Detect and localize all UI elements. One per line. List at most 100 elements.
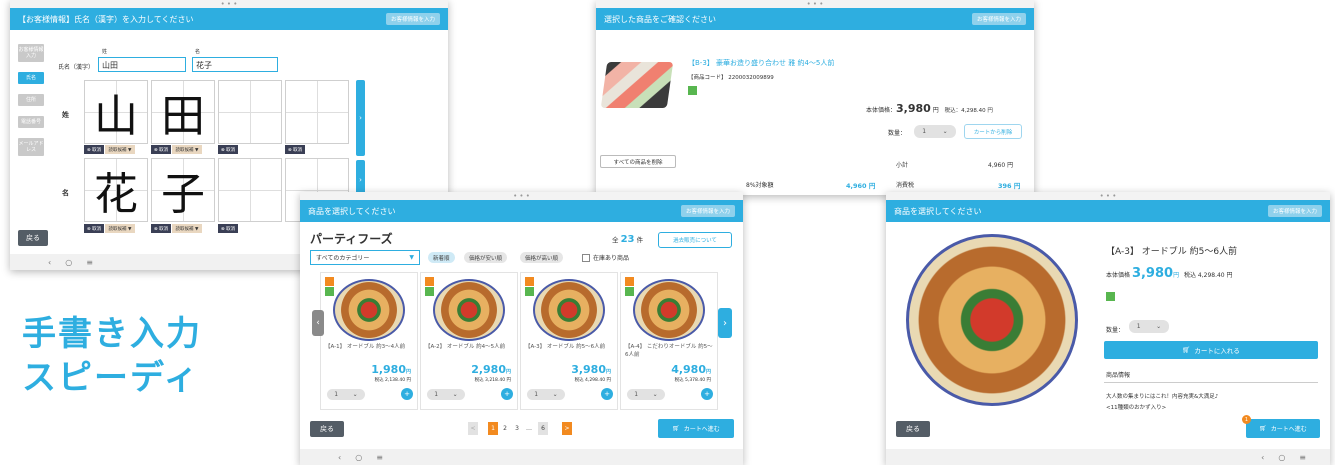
handwriting-cell[interactable]: 山 (84, 80, 148, 144)
handwriting-cell[interactable] (285, 80, 349, 144)
label-badge-icon (525, 287, 534, 296)
nav-back-icon[interactable]: ‹ (48, 258, 51, 267)
candidate-dropdown[interactable]: 読取候補 ▼ (172, 145, 202, 154)
candidate-dropdown[interactable]: 読取候補 ▼ (172, 224, 202, 233)
nav-menu-icon[interactable]: ≡ (376, 453, 383, 462)
prev-page-arrow[interactable]: ‹ (312, 310, 324, 336)
ctax-label: 消費税 (896, 182, 915, 189)
screen-title: 【お客様情報】氏名（漢字）を入力してください (18, 14, 194, 24)
handwriting-cell[interactable]: 子 (151, 158, 215, 222)
screen-title: 商品を選択してください (894, 206, 982, 216)
step-phone[interactable]: 電話番号 (18, 116, 44, 128)
qty-select[interactable]: 1 ⌄ (327, 389, 365, 400)
yen: 円 (405, 369, 411, 375)
nav-menu-icon[interactable]: ≡ (1299, 453, 1306, 462)
nav-home-icon[interactable]: ○ (65, 258, 72, 267)
product-image (533, 279, 605, 341)
header-action-button[interactable]: お客様情報を入力 (1267, 205, 1322, 217)
handwriting-cell[interactable]: 田 (151, 80, 215, 144)
page-6[interactable]: 6 (538, 422, 548, 435)
handwriting-cell[interactable] (218, 80, 282, 144)
next-arrow-button[interactable]: › (356, 80, 365, 156)
handwriting-cell[interactable] (218, 158, 282, 222)
product-card[interactable]: 【A-2】 オードブル 約4〜5人前 2,980円 税込 3,218.40 円 1 ⌄ + (420, 272, 518, 410)
proceed-to-cart-button[interactable]: 🛒︎ カートへ進む (658, 419, 734, 438)
price-label: 本体価格 (1106, 272, 1131, 279)
tablet-cart-screen: • • • 選択した商品をご確認ください お客様情報を入力 【B-3】 豪華お造… (596, 0, 1034, 195)
back-button[interactable]: 戻る (896, 421, 930, 437)
product-desc-sub: <11種類のおかず入り> (1106, 405, 1167, 411)
header-action-button[interactable]: お客様情報を入力 (971, 13, 1026, 25)
product-card[interactable]: 【A-1】 オードブル 約3〜4人前 1,980円 税込 2,138.40 円 1 ⌄ + (320, 272, 418, 410)
handwriting-grid-sei[interactable]: 山 田 (84, 80, 349, 144)
product-name: 【A-2】 オードブル 約4〜5人前 (425, 344, 506, 350)
add-cart-icon[interactable]: + (701, 388, 713, 400)
clear-button[interactable]: ⊗ 取消 (218, 224, 238, 233)
header-action-button[interactable]: お客様情報を入力 (680, 205, 735, 217)
tax-target-label: 8%対象額 (746, 182, 774, 189)
step-customer-info[interactable]: お客様情報入力 (18, 44, 44, 62)
add-cart-icon[interactable]: + (601, 388, 613, 400)
step-address[interactable]: 住所 (18, 94, 44, 106)
step-name[interactable]: 氏名 (18, 72, 44, 84)
nav-back-icon[interactable]: ‹ (338, 453, 341, 462)
delete-all-button[interactable]: すべての商品を削除 (600, 155, 676, 168)
candidate-dropdown[interactable]: 読取候補 ▼ (105, 224, 135, 233)
sei-input[interactable]: 山田 (98, 57, 186, 72)
page-next[interactable]: > (562, 422, 572, 435)
candidate-dropdown[interactable]: 読取候補 ▼ (105, 145, 135, 154)
label-badge-icon (425, 277, 434, 286)
next-page-arrow[interactable]: › (718, 308, 732, 338)
page-2[interactable]: 2 (500, 422, 510, 435)
qty-select[interactable]: 1 ⌄ (627, 389, 665, 400)
sort-newest[interactable]: 新着順 (428, 252, 455, 263)
yen: 円 (932, 107, 939, 114)
tablet-top-bar: • • • (886, 192, 1330, 200)
tablet-top-bar: • • • (10, 0, 448, 8)
category-select[interactable]: すべてのカテゴリー ▼ (310, 250, 420, 265)
cell-tools-sei: ⊗ 取消 読取候補 ▼ ⊗ 取消 読取候補 ▼ ⊗ 取消 ⊗ 取消 (84, 145, 349, 154)
handwriting-cell[interactable]: 花 (84, 158, 148, 222)
qty-select[interactable]: 1 ⌄ (527, 389, 565, 400)
remove-from-cart-button[interactable]: カートから削除 (964, 124, 1022, 139)
product-card[interactable]: 【A-3】 オードブル 約5〜6人前 3,980円 税込 4,298.40 円 1 ⌄ + (520, 272, 618, 410)
chevron-down-icon: ⌄ (352, 391, 358, 398)
add-cart-icon[interactable]: + (401, 388, 413, 400)
mei-input[interactable]: 花子 (192, 57, 278, 72)
cart-icon: 🛒︎ (1182, 346, 1191, 354)
nav-menu-icon[interactable]: ≡ (86, 258, 93, 267)
clear-button[interactable]: ⊗ 取消 (218, 145, 238, 154)
in-stock-filter[interactable]: 在庫あり商品 (582, 253, 629, 262)
qty-select[interactable]: 1 ⌄ (1129, 320, 1169, 333)
sort-price-desc[interactable]: 価格が高い順 (520, 252, 564, 263)
tablet-top-bar: • • • (596, 0, 1034, 8)
checkbox[interactable] (582, 253, 590, 262)
clear-button[interactable]: ⊗ 取消 (84, 145, 104, 154)
qty-select[interactable]: 1 ⌄ (427, 389, 465, 400)
page-prev[interactable]: < (468, 422, 478, 435)
add-to-cart-button[interactable]: 🛒︎ カートに入れる (1104, 341, 1318, 359)
proceed-to-cart-button[interactable]: 🛒︎ カートへ進む (1246, 419, 1320, 438)
page-1[interactable]: 1 (488, 422, 498, 435)
add-cart-icon[interactable]: + (501, 388, 513, 400)
past-sales-button[interactable]: 過去販売について (658, 232, 732, 248)
tablet-top-bar: • • • (300, 192, 743, 200)
clear-button[interactable]: ⊗ 取消 (285, 145, 305, 154)
product-price: 3,980円 (571, 363, 611, 376)
clear-button[interactable]: ⊗ 取消 (151, 145, 171, 154)
clear-button[interactable]: ⊗ 取消 (84, 224, 104, 233)
qty-select[interactable]: 1 ⌄ (914, 125, 956, 138)
nav-home-icon[interactable]: ○ (355, 453, 362, 462)
nav-back-icon[interactable]: ‹ (1261, 453, 1264, 462)
product-card[interactable]: 【A-4】 こだわりオードブル 約5〜6人前 4,980円 税込 5,378.40 … (620, 272, 718, 410)
screen-header: 選択した商品をご確認ください お客様情報を入力 (596, 8, 1034, 30)
nav-home-icon[interactable]: ○ (1278, 453, 1285, 462)
back-button[interactable]: 戻る (310, 421, 344, 437)
back-button[interactable]: 戻る (18, 230, 48, 246)
clear-button[interactable]: ⊗ 取消 (151, 224, 171, 233)
sort-price-asc[interactable]: 価格が安い順 (464, 252, 508, 263)
step-email[interactable]: メールアドレス (18, 138, 44, 156)
page-3[interactable]: 3 (512, 422, 522, 435)
product-name: 【A-4】 こだわりオードブル 約5〜6人前 (625, 344, 713, 358)
header-action-button[interactable]: お客様情報を入力 (385, 13, 440, 25)
